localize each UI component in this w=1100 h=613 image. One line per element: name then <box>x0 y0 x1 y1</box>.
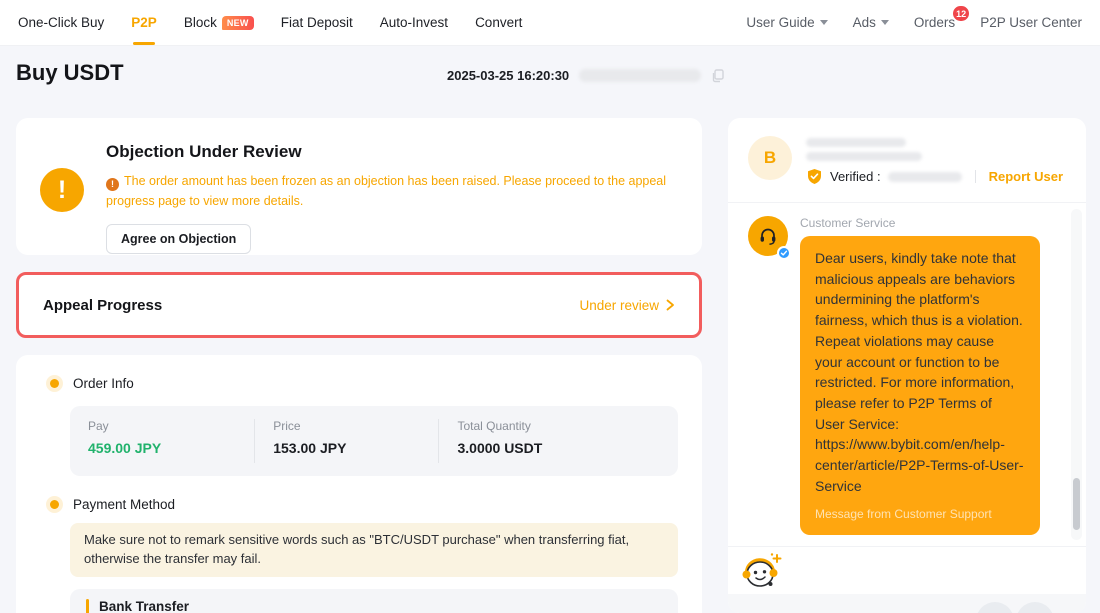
nav-convert[interactable]: Convert <box>475 15 522 30</box>
main-column: ! Objection Under Review !The order amou… <box>16 118 702 613</box>
orders-count-badge: 12 <box>953 6 969 21</box>
agree-objection-button[interactable]: Agree on Objection <box>106 224 251 254</box>
pay-value: 459.00 JPY <box>88 440 236 456</box>
chat-message-area: Customer Service Dear users, kindly take… <box>728 202 1086 546</box>
new-badge: NEW <box>222 16 254 30</box>
price-value: 153.00 JPY <box>273 440 420 456</box>
chat-bubble: Dear users, kindly take note that malici… <box>800 236 1040 535</box>
objection-title: Objection Under Review <box>106 142 678 162</box>
seller-info: Verified : Report User <box>806 136 1063 202</box>
chat-scrollbar-thumb[interactable] <box>1073 478 1080 530</box>
appeal-status-text: Under review <box>579 298 659 313</box>
seller-header: B Verified : Report User <box>728 118 1086 202</box>
seller-avatar[interactable]: B <box>748 136 792 180</box>
payment-method-title: Payment Method <box>73 497 175 512</box>
verified-row: Verified : Report User <box>806 168 1063 185</box>
nav-orders-label: Orders <box>914 15 955 30</box>
quantity-label: Total Quantity <box>457 419 660 433</box>
price-cell: Price 153.00 JPY <box>254 419 438 463</box>
bullet-dot-icon <box>50 500 59 509</box>
chevron-down-icon <box>881 20 889 25</box>
chat-body: Customer Service Dear users, kindly take… <box>800 216 1040 535</box>
nav-user-guide[interactable]: User Guide <box>746 15 827 30</box>
chat-input-bar <box>728 594 1086 613</box>
chat-message-footer: Message from Customer Support <box>815 506 1025 524</box>
payment-method-section: Payment Method <box>50 496 678 513</box>
order-details-card: Order Info Pay 459.00 JPY Price 153.00 J… <box>16 355 702 613</box>
chat-column: B Verified : Report User <box>728 118 1086 613</box>
verified-label: Verified : <box>830 169 881 184</box>
objection-content: Objection Under Review !The order amount… <box>106 142 678 255</box>
nav-left-group: One-Click Buy P2P Block NEW Fiat Deposit… <box>18 15 522 30</box>
pay-cell: Pay 459.00 JPY <box>70 419 254 463</box>
price-label: Price <box>273 419 420 433</box>
alert-icon: ! <box>106 178 119 191</box>
appeal-status-link[interactable]: Under review <box>579 298 675 313</box>
objection-card: ! Objection Under Review !The order amou… <box>16 118 702 255</box>
support-bot-icon[interactable] <box>740 551 782 593</box>
nav-ads-label: Ads <box>853 15 876 30</box>
order-meta: 2025-03-25 16:20:30 <box>447 68 725 83</box>
warning-icon: ! <box>40 168 84 212</box>
objection-message-text: The order amount has been frozen as an o… <box>106 174 666 208</box>
chat-message-row: Customer Service Dear users, kindly take… <box>748 216 1066 535</box>
page-title: Buy USDT <box>16 60 124 86</box>
chat-action-button[interactable] <box>1016 602 1054 613</box>
seller-chat-card: B Verified : Report User <box>728 118 1086 613</box>
nav-user-guide-label: User Guide <box>746 15 814 30</box>
divider <box>975 170 976 183</box>
nav-block-label: Block <box>184 15 217 30</box>
headset-icon <box>757 225 779 247</box>
accent-bar <box>86 599 89 613</box>
objection-message: !The order amount has been frozen as an … <box>106 171 678 211</box>
bank-transfer-label: Bank Transfer <box>99 599 189 613</box>
order-info-section: Order Info <box>50 375 678 392</box>
quantity-cell: Total Quantity 3.0000 USDT <box>438 419 678 463</box>
pay-label: Pay <box>88 419 236 433</box>
customer-service-avatar <box>748 216 788 535</box>
top-nav: One-Click Buy P2P Block NEW Fiat Deposit… <box>0 0 1100 46</box>
nav-p2p[interactable]: P2P <box>131 15 157 30</box>
chat-message-text: Dear users, kindly take note that malici… <box>815 248 1025 497</box>
redacted-order-number <box>579 69 701 82</box>
verified-shield-icon <box>806 168 823 185</box>
redacted-user-name <box>806 152 922 161</box>
appeal-progress-title: Appeal Progress <box>43 297 162 314</box>
nav-block[interactable]: Block NEW <box>184 15 254 30</box>
nav-auto-invest[interactable]: Auto-Invest <box>380 15 448 30</box>
nav-right-group: User Guide Ads Orders 12 P2P User Center <box>746 15 1082 30</box>
order-info-title: Order Info <box>73 376 134 391</box>
chat-action-button[interactable] <box>976 602 1014 613</box>
nav-ads[interactable]: Ads <box>853 15 889 30</box>
payment-warning: Make sure not to remark sensitive words … <box>70 523 678 577</box>
copy-icon[interactable] <box>711 69 725 83</box>
report-user-link[interactable]: Report User <box>989 169 1063 184</box>
nav-one-click-buy[interactable]: One-Click Buy <box>18 15 104 30</box>
redacted-verified-id <box>888 172 962 182</box>
redacted-user-name <box>806 138 906 147</box>
sender-name: Customer Service <box>800 216 1040 230</box>
chevron-down-icon <box>820 20 828 25</box>
order-timestamp: 2025-03-25 16:20:30 <box>447 68 569 83</box>
nav-p2p-user-center[interactable]: P2P User Center <box>980 15 1082 30</box>
page-header: Buy USDT 2025-03-25 16:20:30 <box>0 46 1100 102</box>
order-info-box: Pay 459.00 JPY Price 153.00 JPY Total Qu… <box>70 406 678 476</box>
chat-toolbar <box>728 546 1086 594</box>
quantity-value: 3.0000 USDT <box>457 440 660 456</box>
nav-fiat-deposit[interactable]: Fiat Deposit <box>281 15 353 30</box>
appeal-progress-card[interactable]: Appeal Progress Under review <box>16 272 702 338</box>
nav-orders[interactable]: Orders 12 <box>914 15 955 30</box>
verified-check-badge <box>777 246 791 260</box>
chevron-right-icon <box>665 299 675 311</box>
bullet-dot-icon <box>50 379 59 388</box>
bank-transfer-box[interactable]: Bank Transfer <box>70 589 678 613</box>
